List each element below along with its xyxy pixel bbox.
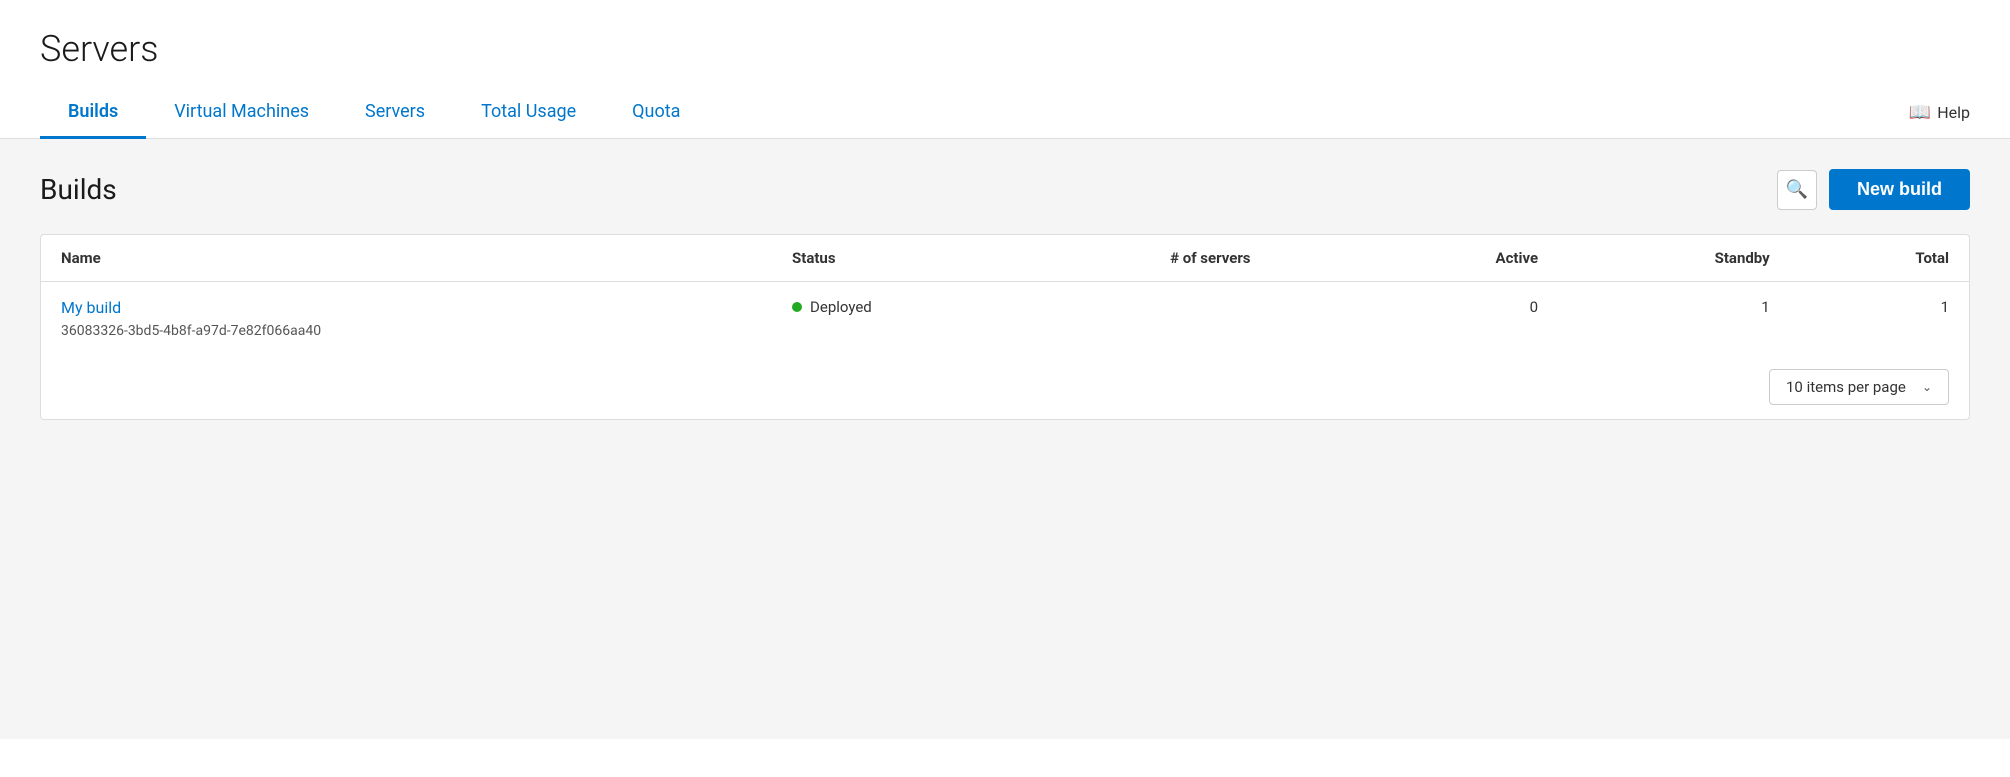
section-title: Builds (40, 173, 117, 206)
items-per-page-label: 10 items per page (1786, 378, 1906, 396)
search-icon: 🔍 (1786, 179, 1808, 200)
builds-table: Name Status # of servers Active Standby … (41, 235, 1969, 355)
tab-bar: Builds Virtual Machines Servers Total Us… (0, 86, 2010, 139)
build-num-servers-cell (1064, 282, 1357, 356)
help-link[interactable]: 📖 Help (1909, 102, 1970, 123)
table-row: My build 36083326-3bd5-4b8f-a97d-7e82f06… (41, 282, 1969, 356)
build-name-link[interactable]: My build (61, 298, 752, 317)
new-build-button[interactable]: New build (1829, 169, 1970, 210)
search-button[interactable]: 🔍 (1777, 170, 1817, 210)
tab-builds[interactable]: Builds (40, 87, 146, 139)
section-header: Builds 🔍 New build (40, 169, 1970, 210)
help-label: Help (1937, 103, 1970, 122)
col-header-name: Name (41, 235, 772, 282)
tab-quota[interactable]: Quota (604, 87, 708, 139)
build-id: 36083326-3bd5-4b8f-a97d-7e82f066aa40 (61, 323, 321, 339)
tab-servers[interactable]: Servers (337, 87, 453, 139)
col-header-status: Status (772, 235, 1064, 282)
tab-total-usage[interactable]: Total Usage (453, 87, 604, 139)
build-standby-cell: 1 (1558, 282, 1790, 356)
status-text: Deployed (810, 298, 872, 316)
col-header-total: Total (1790, 235, 1969, 282)
status-dot (792, 302, 802, 312)
build-active-cell: 0 (1357, 282, 1558, 356)
build-status-cell: Deployed (772, 282, 1064, 356)
content-area: Builds 🔍 New build Name Status # of serv… (0, 139, 2010, 739)
header-actions: 🔍 New build (1777, 169, 1970, 210)
tabs-container: Builds Virtual Machines Servers Total Us… (40, 86, 708, 138)
chevron-down-icon: ⌄ (1922, 380, 1932, 394)
table-header-row: Name Status # of servers Active Standby … (41, 235, 1969, 282)
build-name-cell: My build 36083326-3bd5-4b8f-a97d-7e82f06… (41, 282, 772, 356)
builds-table-container: Name Status # of servers Active Standby … (40, 234, 1970, 420)
tab-virtual-machines[interactable]: Virtual Machines (146, 87, 337, 139)
page-title: Servers (0, 0, 2010, 86)
col-header-active: Active (1357, 235, 1558, 282)
table-footer: 10 items per page ⌄ (41, 355, 1969, 419)
page-header: Servers (0, 0, 2010, 86)
col-header-standby: Standby (1558, 235, 1790, 282)
items-per-page-select[interactable]: 10 items per page ⌄ (1769, 369, 1949, 405)
help-icon: 📖 (1909, 102, 1931, 123)
col-header-num-servers: # of servers (1064, 235, 1357, 282)
build-total-cell: 1 (1790, 282, 1969, 356)
